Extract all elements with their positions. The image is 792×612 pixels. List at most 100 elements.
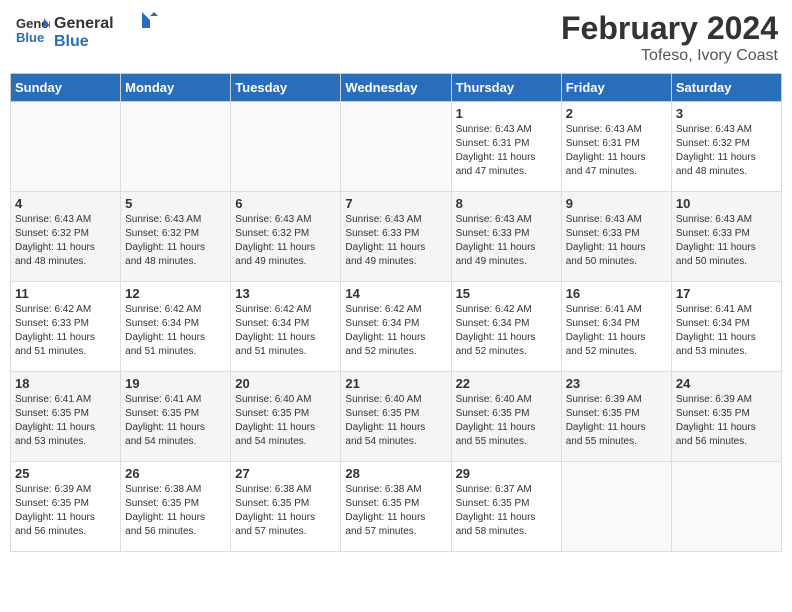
day-info: Sunrise: 6:40 AM Sunset: 6:35 PM Dayligh… <box>456 393 557 449</box>
day-number: 25 <box>15 466 116 481</box>
day-info: Sunrise: 6:38 AM Sunset: 6:35 PM Dayligh… <box>235 483 336 539</box>
day-cell: 26 Sunrise: 6:38 AM Sunset: 6:35 PM Dayli… <box>121 462 231 552</box>
day-info: Sunrise: 6:43 AM Sunset: 6:32 PM Dayligh… <box>15 213 116 269</box>
day-number: 9 <box>566 196 667 211</box>
logo-icon: General Blue <box>14 12 50 48</box>
day-number: 16 <box>566 286 667 301</box>
day-cell: 19 Sunrise: 6:41 AM Sunset: 6:35 PM Dayli… <box>121 372 231 462</box>
day-cell <box>231 102 341 192</box>
day-number: 28 <box>345 466 446 481</box>
day-cell <box>561 462 671 552</box>
svg-text:General: General <box>54 15 114 32</box>
day-cell: 12 Sunrise: 6:42 AM Sunset: 6:34 PM Dayli… <box>121 282 231 372</box>
day-info: Sunrise: 6:41 AM Sunset: 6:35 PM Dayligh… <box>125 393 226 449</box>
day-info: Sunrise: 6:43 AM Sunset: 6:33 PM Dayligh… <box>345 213 446 269</box>
col-header-sunday: Sunday <box>11 74 121 102</box>
day-cell: 2 Sunrise: 6:43 AM Sunset: 6:31 PM Daylig… <box>561 102 671 192</box>
col-header-tuesday: Tuesday <box>231 74 341 102</box>
day-number: 4 <box>15 196 116 211</box>
day-cell: 16 Sunrise: 6:41 AM Sunset: 6:34 PM Dayli… <box>561 282 671 372</box>
day-number: 13 <box>235 286 336 301</box>
day-info: Sunrise: 6:43 AM Sunset: 6:32 PM Dayligh… <box>125 213 226 269</box>
svg-text:Blue: Blue <box>16 30 44 45</box>
day-info: Sunrise: 6:42 AM Sunset: 6:34 PM Dayligh… <box>125 303 226 359</box>
logo: General Blue General Blue <box>14 10 164 50</box>
day-cell: 14Sunrise: 6:42 AM Sunset: 6:34 PM Dayli… <box>341 282 451 372</box>
day-info: Sunrise: 6:39 AM Sunset: 6:35 PM Dayligh… <box>566 393 667 449</box>
day-number: 20 <box>235 376 336 391</box>
day-cell: 25 Sunrise: 6:39 AM Sunset: 6:35 PM Dayli… <box>11 462 121 552</box>
day-cell <box>121 102 231 192</box>
day-cell: 5Sunrise: 6:43 AM Sunset: 6:32 PM Daylig… <box>121 192 231 282</box>
day-number: 2 <box>566 106 667 121</box>
day-cell: 4 Sunrise: 6:43 AM Sunset: 6:32 PM Daylig… <box>11 192 121 282</box>
day-number: 21 <box>345 376 446 391</box>
week-row-2: 4 Sunrise: 6:43 AM Sunset: 6:32 PM Daylig… <box>11 192 782 282</box>
col-header-friday: Friday <box>561 74 671 102</box>
col-header-thursday: Thursday <box>451 74 561 102</box>
week-row-5: 25 Sunrise: 6:39 AM Sunset: 6:35 PM Dayli… <box>11 462 782 552</box>
day-number: 29 <box>456 466 557 481</box>
day-info: Sunrise: 6:43 AM Sunset: 6:33 PM Dayligh… <box>676 213 777 269</box>
svg-text:Blue: Blue <box>54 33 89 50</box>
day-number: 22 <box>456 376 557 391</box>
day-info: Sunrise: 6:38 AM Sunset: 6:35 PM Dayligh… <box>345 483 446 539</box>
day-info: Sunrise: 6:39 AM Sunset: 6:35 PM Dayligh… <box>676 393 777 449</box>
calendar-table: SundayMondayTuesdayWednesdayThursdayFrid… <box>10 73 782 552</box>
day-info: Sunrise: 6:40 AM Sunset: 6:35 PM Dayligh… <box>235 393 336 449</box>
day-cell: 11Sunrise: 6:42 AM Sunset: 6:33 PM Dayli… <box>11 282 121 372</box>
day-info: Sunrise: 6:43 AM Sunset: 6:32 PM Dayligh… <box>676 123 777 179</box>
day-cell: 9 Sunrise: 6:43 AM Sunset: 6:33 PM Daylig… <box>561 192 671 282</box>
day-info: Sunrise: 6:40 AM Sunset: 6:35 PM Dayligh… <box>345 393 446 449</box>
page-header: General Blue General Blue February 2024 … <box>10 10 782 65</box>
day-cell: 27Sunrise: 6:38 AM Sunset: 6:35 PM Dayli… <box>231 462 341 552</box>
col-header-saturday: Saturday <box>671 74 781 102</box>
day-number: 18 <box>15 376 116 391</box>
col-header-monday: Monday <box>121 74 231 102</box>
day-number: 17 <box>676 286 777 301</box>
day-cell <box>341 102 451 192</box>
day-cell: 20 Sunrise: 6:40 AM Sunset: 6:35 PM Dayli… <box>231 372 341 462</box>
day-cell: 1 Sunrise: 6:43 AM Sunset: 6:31 PM Daylig… <box>451 102 561 192</box>
day-number: 15 <box>456 286 557 301</box>
subtitle: Tofeso, Ivory Coast <box>561 47 778 65</box>
day-cell: 7 Sunrise: 6:43 AM Sunset: 6:33 PM Daylig… <box>341 192 451 282</box>
day-number: 1 <box>456 106 557 121</box>
day-number: 8 <box>456 196 557 211</box>
day-cell: 8 Sunrise: 6:43 AM Sunset: 6:33 PM Daylig… <box>451 192 561 282</box>
day-cell: 3Sunrise: 6:43 AM Sunset: 6:32 PM Daylig… <box>671 102 781 192</box>
week-row-1: 1 Sunrise: 6:43 AM Sunset: 6:31 PM Daylig… <box>11 102 782 192</box>
day-cell: 23 Sunrise: 6:39 AM Sunset: 6:35 PM Dayli… <box>561 372 671 462</box>
day-info: Sunrise: 6:41 AM Sunset: 6:35 PM Dayligh… <box>15 393 116 449</box>
day-number: 12 <box>125 286 226 301</box>
day-info: Sunrise: 6:41 AM Sunset: 6:34 PM Dayligh… <box>566 303 667 359</box>
day-info: Sunrise: 6:42 AM Sunset: 6:33 PM Dayligh… <box>15 303 116 359</box>
day-info: Sunrise: 6:43 AM Sunset: 6:31 PM Dayligh… <box>566 123 667 179</box>
day-info: Sunrise: 6:43 AM Sunset: 6:33 PM Dayligh… <box>456 213 557 269</box>
day-info: Sunrise: 6:37 AM Sunset: 6:35 PM Dayligh… <box>456 483 557 539</box>
calendar-header-row: SundayMondayTuesdayWednesdayThursdayFrid… <box>11 74 782 102</box>
day-info: Sunrise: 6:42 AM Sunset: 6:34 PM Dayligh… <box>456 303 557 359</box>
day-cell: 6Sunrise: 6:43 AM Sunset: 6:32 PM Daylig… <box>231 192 341 282</box>
day-info: Sunrise: 6:42 AM Sunset: 6:34 PM Dayligh… <box>235 303 336 359</box>
day-cell: 21 Sunrise: 6:40 AM Sunset: 6:35 PM Dayli… <box>341 372 451 462</box>
day-cell: 17Sunrise: 6:41 AM Sunset: 6:34 PM Dayli… <box>671 282 781 372</box>
day-cell: 18 Sunrise: 6:41 AM Sunset: 6:35 PM Dayli… <box>11 372 121 462</box>
day-info: Sunrise: 6:43 AM Sunset: 6:31 PM Dayligh… <box>456 123 557 179</box>
day-number: 23 <box>566 376 667 391</box>
day-number: 7 <box>345 196 446 211</box>
day-number: 14 <box>345 286 446 301</box>
main-title: February 2024 <box>561 10 778 47</box>
day-cell: 28 Sunrise: 6:38 AM Sunset: 6:35 PM Dayli… <box>341 462 451 552</box>
day-cell: 13 Sunrise: 6:42 AM Sunset: 6:34 PM Dayli… <box>231 282 341 372</box>
day-info: Sunrise: 6:38 AM Sunset: 6:35 PM Dayligh… <box>125 483 226 539</box>
day-number: 26 <box>125 466 226 481</box>
day-number: 10 <box>676 196 777 211</box>
day-cell: 22 Sunrise: 6:40 AM Sunset: 6:35 PM Dayli… <box>451 372 561 462</box>
day-cell: 15 Sunrise: 6:42 AM Sunset: 6:34 PM Dayli… <box>451 282 561 372</box>
day-info: Sunrise: 6:39 AM Sunset: 6:35 PM Dayligh… <box>15 483 116 539</box>
day-cell: 10 Sunrise: 6:43 AM Sunset: 6:33 PM Dayli… <box>671 192 781 282</box>
day-number: 19 <box>125 376 226 391</box>
week-row-3: 11Sunrise: 6:42 AM Sunset: 6:33 PM Dayli… <box>11 282 782 372</box>
day-info: Sunrise: 6:43 AM Sunset: 6:33 PM Dayligh… <box>566 213 667 269</box>
